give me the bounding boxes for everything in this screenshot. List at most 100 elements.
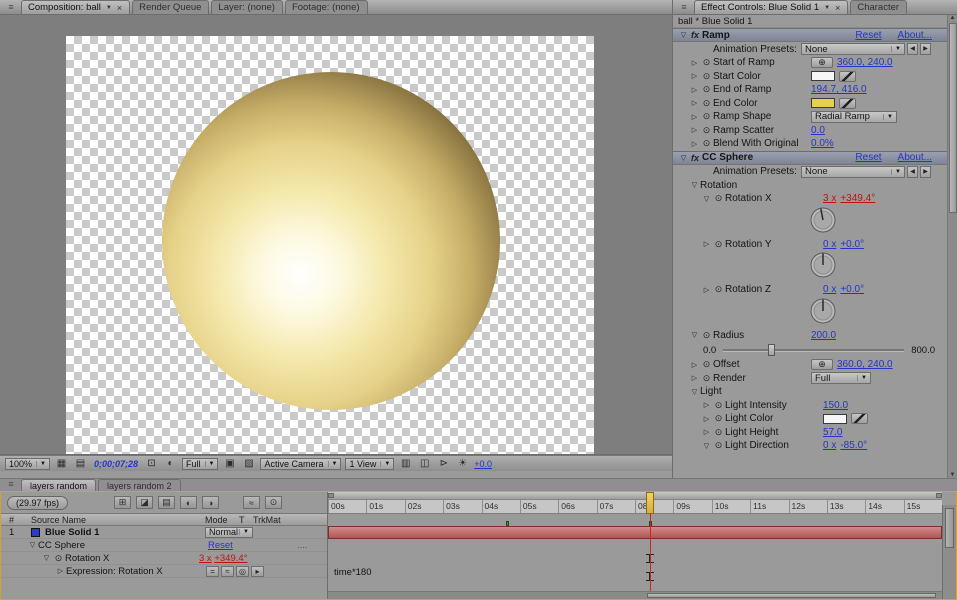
timeline-horizontal-scrollbar[interactable]	[328, 591, 942, 599]
expression-row[interactable]: ▷ Expression: Rotation X = ≈ ◎ ▸	[1, 565, 327, 578]
twirl-closed-icon[interactable]: ▷	[55, 567, 66, 575]
column-source-name[interactable]: Source Name	[31, 515, 86, 525]
effect-header-cc-sphere[interactable]: ▽ fx CC Sphere Reset About...	[673, 151, 947, 165]
scrollbar-thumb[interactable]	[647, 593, 936, 598]
snapshot-icon[interactable]: ⊡	[144, 457, 159, 470]
twirl-closed-icon[interactable]: ▷	[701, 401, 712, 409]
stopwatch-icon[interactable]: ⊙	[700, 373, 713, 384]
auto-keyframe-icon[interactable]: ⊙	[265, 496, 282, 509]
resolution-select[interactable]: Full ▼	[182, 458, 218, 470]
stopwatch-icon[interactable]: ⊙	[712, 239, 725, 250]
ramp-scatter-value[interactable]: 0.0	[811, 125, 825, 136]
safe-guides-icon[interactable]: ▦	[54, 457, 69, 470]
cc-sphere-about-link[interactable]: About...	[898, 152, 932, 163]
tab-menu-icon[interactable]: ▼	[824, 5, 830, 11]
tab-close-icon[interactable]: ×	[117, 3, 122, 13]
stopwatch-icon[interactable]: ⊙	[700, 111, 713, 122]
column-mode[interactable]: Mode	[205, 515, 228, 525]
rotation-z-revolutions[interactable]: 0 x	[823, 284, 836, 295]
expression-field[interactable]: time*180	[334, 567, 372, 578]
rotation-z-degrees[interactable]: +0.0°	[840, 284, 864, 295]
radius-slider-track[interactable]	[723, 349, 904, 352]
rotation-y-dial[interactable]	[809, 251, 837, 279]
keyframe-marker[interactable]	[506, 521, 509, 526]
property-row-rotation-x[interactable]: ▽ ⊙ Rotation X 3 x +349.4°	[1, 552, 327, 565]
draft-3d-icon[interactable]: ◪	[136, 496, 153, 509]
twirl-closed-icon[interactable]: ▷	[701, 415, 712, 423]
view-layout-select[interactable]: 1 View ▼	[345, 458, 394, 470]
current-time-indicator-head[interactable]	[646, 492, 654, 514]
blend-mode-select[interactable]: Normal ▼	[205, 527, 253, 538]
twirl-open-icon[interactable]: ▽	[27, 541, 38, 549]
twirl-open-icon[interactable]: ▽	[689, 181, 700, 189]
timeline-track-area[interactable]: 00s01s02s03s04s05s06s07s08s09s10s11s12s1…	[328, 492, 942, 599]
stopwatch-icon[interactable]: ⊙	[712, 284, 725, 295]
twirl-closed-icon[interactable]: ▷	[701, 286, 712, 294]
exposure-icon[interactable]: ☀	[455, 457, 470, 470]
twirl-closed-icon[interactable]: ▷	[689, 126, 700, 134]
layer-duration-bar[interactable]	[328, 526, 942, 539]
scrollbar-thumb[interactable]	[949, 23, 957, 213]
twirl-open-icon[interactable]: ▽	[689, 331, 700, 339]
current-time-display[interactable]: 0;00;07;28	[92, 459, 140, 469]
stopwatch-icon[interactable]: ⊙	[700, 330, 713, 341]
stopwatch-icon[interactable]: ⊙	[700, 98, 713, 109]
stopwatch-icon[interactable]: ⊙	[700, 84, 713, 95]
stopwatch-icon[interactable]: ⊙	[700, 359, 713, 370]
animation-presets-select[interactable]: None ▼	[801, 166, 905, 178]
twirl-closed-icon[interactable]: ▷	[689, 59, 700, 67]
stopwatch-icon[interactable]: ⊙	[712, 400, 725, 411]
scroll-up-icon[interactable]: ▲	[950, 15, 956, 21]
tab-layers-random-2[interactable]: layers random 2	[98, 479, 181, 491]
exposure-value[interactable]: +0.0	[474, 459, 492, 469]
timeline-effect-name[interactable]: CC Sphere	[38, 540, 85, 551]
timeline-vertical-scrollbar[interactable]	[942, 505, 956, 599]
scrollbar-thumb[interactable]	[945, 508, 954, 548]
next-preset-icon[interactable]: ▶	[920, 43, 931, 55]
effects-scrollbar[interactable]: ▲ ▼	[947, 15, 957, 478]
rotation-y-revolutions[interactable]: 0 x	[823, 239, 836, 250]
previous-preset-icon[interactable]: ◀	[907, 166, 918, 178]
rotation-x-degrees[interactable]: +349.4°	[840, 193, 875, 204]
start-color-swatch[interactable]	[811, 71, 835, 81]
panel-grip-icon[interactable]: ≡	[677, 1, 691, 13]
time-navigator[interactable]	[328, 492, 942, 500]
twirl-open-icon[interactable]: ▽	[689, 388, 700, 396]
navigator-start-handle[interactable]	[328, 493, 334, 498]
effect-row-cc-sphere[interactable]: ▽ CC Sphere Reset ....	[1, 539, 327, 552]
twirl-closed-icon[interactable]: ▷	[689, 99, 700, 107]
rotation-x-revolutions[interactable]: 3 x	[823, 193, 836, 204]
comp-flowchart-icon[interactable]: ⊞	[114, 496, 131, 509]
ramp-about-link[interactable]: About...	[898, 30, 932, 41]
stopwatch-icon[interactable]: ⊙	[712, 413, 725, 424]
effect-header-ramp[interactable]: ▽ fx Ramp Reset About...	[673, 28, 947, 42]
stopwatch-icon[interactable]: ⊙	[700, 71, 713, 82]
column-trkmat[interactable]: TrkMat	[253, 515, 281, 525]
eyedropper-icon[interactable]	[839, 71, 856, 82]
expression-enable-icon[interactable]: =	[206, 566, 219, 577]
layer-row-blue-solid-1[interactable]: 1 Blue Solid 1 Normal ▼	[1, 526, 327, 539]
tab-close-icon[interactable]: ×	[835, 3, 840, 13]
expression-pickwhip-icon[interactable]: ◎	[236, 566, 249, 577]
radius-value[interactable]: 200.0	[811, 330, 836, 341]
cc-sphere-reset-link[interactable]: Reset	[855, 152, 881, 163]
point-picker-icon[interactable]: ⊕	[811, 359, 833, 370]
offset-value[interactable]: 360.0, 240.0	[837, 359, 893, 370]
brainstorm-icon[interactable]: ≈	[243, 496, 260, 509]
light-height-value[interactable]: 57.0	[823, 427, 842, 438]
stopwatch-icon[interactable]: ⊙	[700, 125, 713, 136]
radius-slider-thumb[interactable]	[768, 344, 775, 356]
grid-icon[interactable]: ▤	[73, 457, 88, 470]
twirl-open-icon[interactable]: ▽	[41, 554, 52, 562]
shy-layers-icon[interactable]: ▤	[158, 496, 175, 509]
end-of-ramp-value[interactable]: 194.7, 416.0	[811, 84, 867, 95]
rotation-x-timeline-value[interactable]: 3 x +349.4°	[199, 553, 247, 564]
expression-graph-icon[interactable]: ≈	[221, 566, 234, 577]
sphere-layer-render[interactable]	[162, 72, 500, 410]
next-preset-icon[interactable]: ▶	[920, 166, 931, 178]
magnification-select[interactable]: 100% ▼	[5, 458, 50, 470]
pixel-aspect-icon[interactable]: ◫	[417, 457, 432, 470]
end-color-swatch[interactable]	[811, 98, 835, 108]
column-number[interactable]: #	[9, 515, 14, 525]
rotation-x-dial[interactable]	[809, 206, 837, 234]
